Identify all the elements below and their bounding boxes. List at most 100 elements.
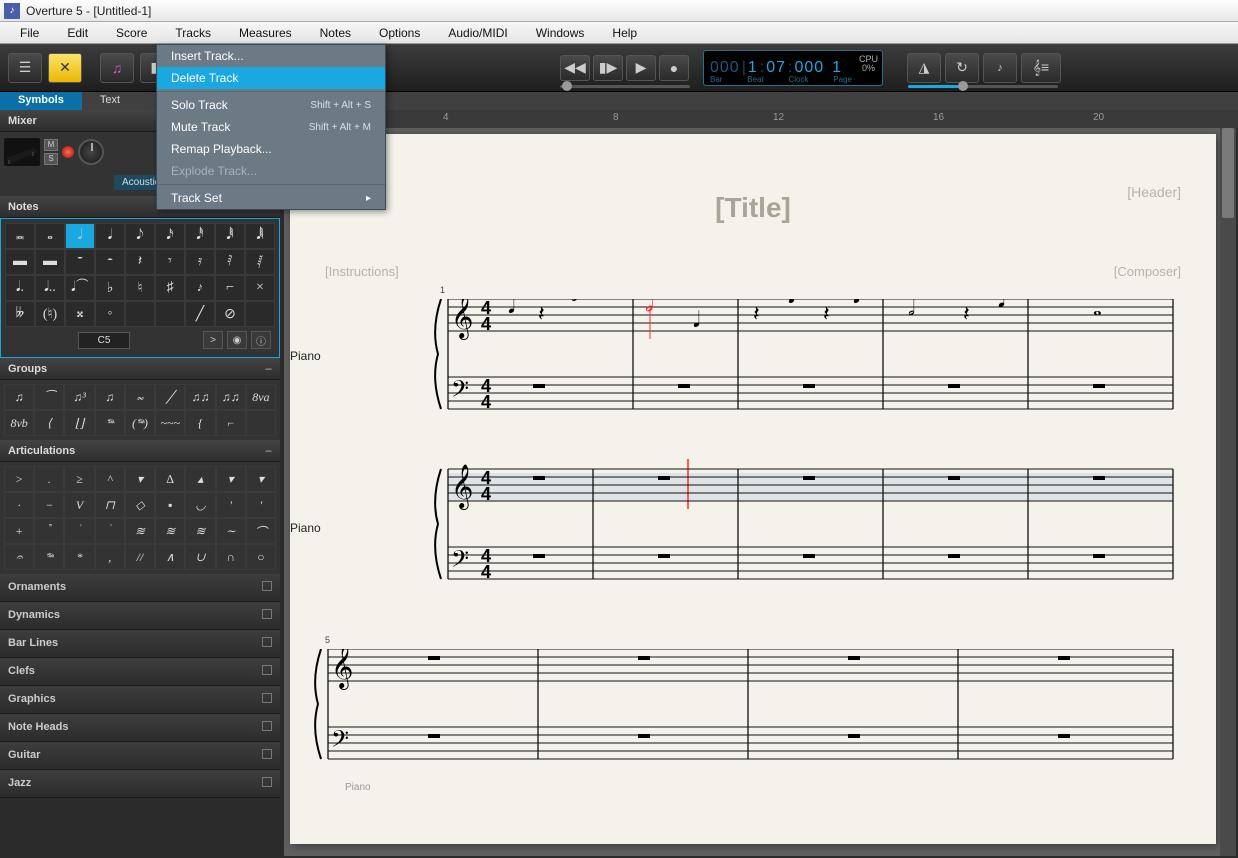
toolbar-btn-tools[interactable]: ✕ — [48, 53, 82, 83]
art-18[interactable]: ' — [246, 492, 276, 518]
toolbar-quantize[interactable]: ♪ — [983, 53, 1017, 83]
roll-3[interactable]: ≋ — [185, 518, 215, 544]
acc-paren[interactable]: (♮) — [35, 301, 65, 327]
ottava-b[interactable]: 8vb — [4, 410, 34, 436]
cresc[interactable]: ⟨ — [34, 410, 64, 436]
marcato-2[interactable]: ∆ — [155, 466, 185, 492]
wedge-down[interactable]: ▾ — [216, 466, 246, 492]
jazz-header[interactable]: Jazz — [0, 770, 280, 798]
score-page[interactable]: [Header] [Header] [Title] [Instructions]… — [290, 134, 1216, 844]
tab-text[interactable]: Text — [82, 92, 138, 110]
note-tie[interactable]: 𝅘𝅥⁀ — [65, 275, 95, 301]
rest-eighth[interactable]: 𝄾 — [155, 249, 185, 275]
menu-delete-track[interactable]: Delete Track — [157, 67, 385, 89]
rest-32nd[interactable]: 𝅀 — [215, 249, 245, 275]
trem-2[interactable]: 𝆫 — [64, 518, 94, 544]
accent[interactable]: > — [4, 466, 34, 492]
zoom-slider[interactable] — [908, 85, 1058, 88]
art-33[interactable]: ∧ — [155, 544, 185, 570]
note-tool-3[interactable] — [125, 301, 155, 327]
beam-1[interactable]: ♫ — [4, 384, 34, 410]
stop-button[interactable]: ▮▶ — [593, 55, 623, 81]
score-view[interactable]: [Header] [Header] [Title] [Instructions]… — [284, 128, 1236, 856]
instructions[interactable]: [Instructions] — [325, 264, 399, 279]
note-half[interactable]: 𝅗𝅥 — [65, 223, 95, 249]
art-34[interactable]: ∪ — [185, 544, 215, 570]
pedal-sym[interactable]: 𝆮 — [34, 544, 64, 570]
staccato[interactable]: . — [34, 466, 64, 492]
play-button[interactable]: ▶ — [626, 55, 656, 81]
slur[interactable]: ⁀ — [34, 384, 64, 410]
note-dot[interactable]: 𝅘𝅥. — [5, 275, 35, 301]
trem-1[interactable]: 𝆪 — [34, 518, 64, 544]
articulations-header[interactable]: Articulations − — [0, 440, 280, 462]
rewind-button[interactable]: ◀◀ — [560, 55, 590, 81]
note-tool-5[interactable]: ⊘ — [215, 301, 245, 327]
menu-track-set[interactable]: Track Set▸ — [157, 187, 385, 209]
tremolo[interactable]: 𝆗 — [125, 384, 155, 410]
barlines-header[interactable]: Bar Lines — [0, 630, 280, 658]
rest-whole[interactable]: 𝄻 — [65, 249, 95, 275]
menu-remap-playback[interactable]: Remap Playback... — [157, 138, 385, 160]
harmonic[interactable]: ◇ — [125, 492, 155, 518]
toolbar-btn-note[interactable]: ♫ — [100, 53, 134, 83]
scroll-thumb[interactable] — [1222, 128, 1234, 218]
note-whole[interactable]: 𝅝 — [35, 223, 65, 249]
marcato[interactable]: ^ — [95, 466, 125, 492]
roll-1[interactable]: ≋ — [125, 518, 155, 544]
downbow[interactable]: ⊓ — [95, 492, 125, 518]
stopped[interactable]: ▪ — [155, 492, 185, 518]
menu-file[interactable]: File — [6, 23, 53, 43]
groups-header[interactable]: Groups − — [0, 358, 280, 380]
system-1[interactable]: 1 Piano Piano 𝄞 � — [345, 299, 1181, 599]
acc-dflat[interactable]: 𝄫 — [5, 301, 35, 327]
menu-score[interactable]: Score — [102, 23, 161, 43]
note-cue[interactable]: ◦ — [95, 301, 125, 327]
note-slash[interactable]: ╱ — [185, 301, 215, 327]
accidental-sharp[interactable]: ♯ — [155, 275, 185, 301]
record-button[interactable]: ● — [659, 55, 689, 81]
menu-edit[interactable]: Edit — [53, 23, 102, 43]
note-64th[interactable]: 𝅘𝅥𝅱 — [215, 223, 245, 249]
note-eighth[interactable]: 𝅘𝅥𝅮 — [125, 223, 155, 249]
record-arm[interactable] — [62, 146, 74, 158]
composer[interactable]: [Composer] — [1114, 264, 1181, 279]
beam-2[interactable]: ♫ — [95, 384, 125, 410]
grace-note[interactable]: 𝆔 — [185, 275, 215, 301]
menu-tracks[interactable]: Tracks — [161, 23, 225, 43]
header-right[interactable]: [Header] — [1127, 184, 1181, 200]
system-2[interactable]: 5 𝄞 𝄢 Piano — [305, 649, 1181, 789]
pedal[interactable]: 𝆮 — [95, 410, 125, 436]
vertical-scrollbar[interactable] — [1220, 128, 1236, 856]
note-tool-1[interactable]: ⌐ — [215, 275, 245, 301]
toolbar-metronome[interactable]: ◮ — [907, 53, 941, 83]
dynamics-header[interactable]: Dynamics — [0, 602, 280, 630]
art-36[interactable]: ○ — [246, 544, 276, 570]
plus[interactable]: + — [4, 518, 34, 544]
menu-windows[interactable]: Windows — [522, 23, 599, 43]
toolbar-loop[interactable]: ↻ — [945, 53, 979, 83]
note-sixteenth[interactable]: 𝅘𝅥𝅯 — [155, 223, 185, 249]
minus-icon[interactable]: − — [265, 362, 272, 376]
pan-knob[interactable] — [78, 139, 104, 165]
wedge-down2[interactable]: ▾ — [246, 466, 276, 492]
beam-4[interactable]: ♫♫ — [216, 384, 246, 410]
octave-input[interactable] — [78, 332, 130, 349]
trem-3[interactable]: 𝆬 — [95, 518, 125, 544]
toolbar-staff[interactable]: 𝄞≡ — [1021, 53, 1061, 83]
tenuto[interactable]: − — [34, 492, 64, 518]
rest-half[interactable]: 𝄼 — [95, 249, 125, 275]
bracket-2[interactable]: { — [185, 410, 215, 436]
group-blank[interactable] — [246, 410, 276, 436]
stacc-wedge[interactable]: ▾ — [125, 466, 155, 492]
upbow[interactable]: V — [64, 492, 94, 518]
turn[interactable]: ∼ — [216, 518, 246, 544]
menu-measures[interactable]: Measures — [225, 23, 306, 43]
solo-button[interactable]: S — [44, 153, 58, 165]
ending[interactable]: ⌐ — [216, 410, 246, 436]
accidental-natural[interactable]: ♮ — [125, 275, 155, 301]
fermata[interactable]: 𝄐 — [4, 544, 34, 570]
tuplet[interactable]: ♫³ — [64, 384, 94, 410]
caesura[interactable]: // — [125, 544, 155, 570]
note-tool-4[interactable] — [155, 301, 185, 327]
